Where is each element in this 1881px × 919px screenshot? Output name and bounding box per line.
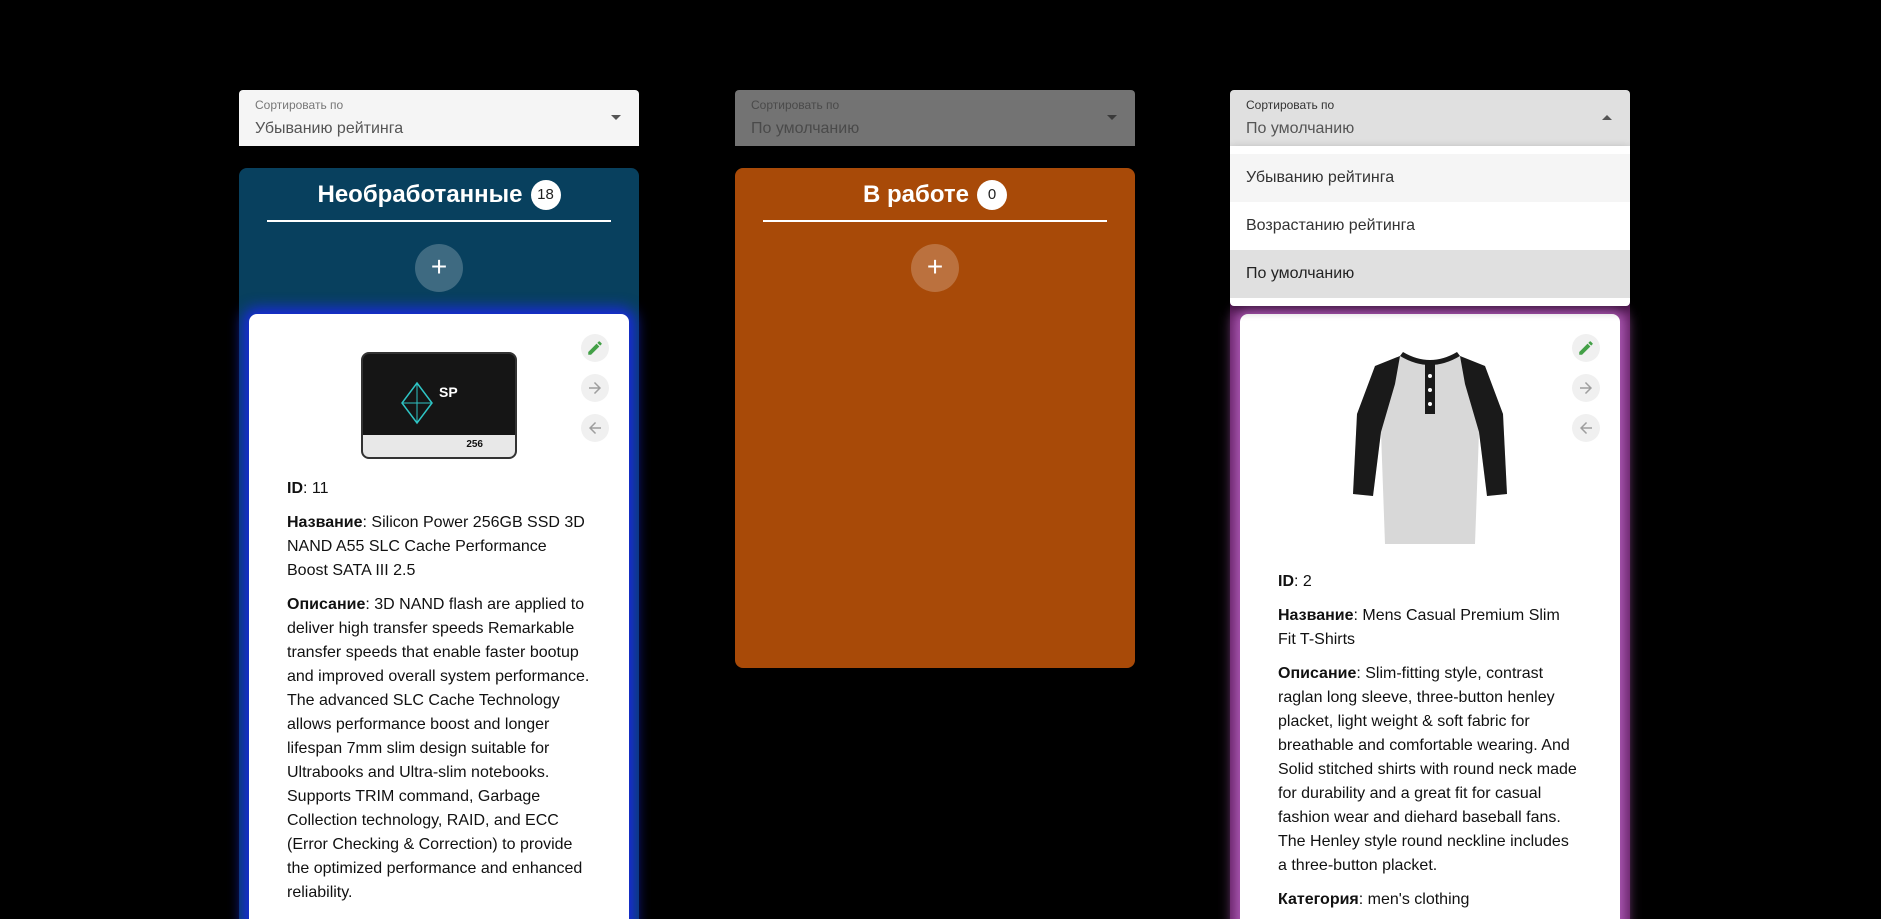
sort-select-label: Сортировать по [1246, 98, 1335, 112]
count-badge: 18 [530, 180, 561, 210]
card-name: Название: Mens Casual Premium Slim Fit T… [1278, 607, 1560, 648]
name-label: Название [287, 514, 363, 531]
move-right-button[interactable] [1572, 374, 1600, 402]
sort-select-value: По умолчанию [751, 120, 860, 137]
move-left-button[interactable] [581, 414, 609, 442]
move-left-button[interactable] [1572, 414, 1600, 442]
card-description: Описание: 3D NAND flash are applied to d… [287, 596, 590, 901]
id-label: ID [287, 480, 303, 497]
arrow-right-icon [1580, 382, 1592, 394]
card-description: Описание: Slim-fitting style, contrast r… [1278, 665, 1577, 874]
product-card[interactable]: SP 256 ID: 11 Название: Silicon Power 25… [249, 314, 629, 919]
name-label: Название [1278, 607, 1354, 624]
product-image-shirt [1345, 344, 1515, 554]
product-card[interactable]: ID: 2 Название: Mens Casual Premium Slim… [1240, 314, 1620, 919]
category-value: men's clothing [1367, 891, 1470, 908]
column-in-progress: В работе 0 + [735, 168, 1135, 668]
arrow-right-icon [589, 382, 601, 394]
sort-dropdown-menu: Убыванию рейтинга Возрастанию рейтинга П… [1230, 146, 1630, 306]
sort-option-asc-rating[interactable]: Возрастанию рейтинга [1230, 202, 1630, 250]
card-name: Название: Silicon Power 256GB SSD 3D NAN… [287, 514, 585, 579]
sort-option-default[interactable]: По умолчанию [1230, 250, 1630, 298]
column-title: Необработанные [317, 181, 523, 208]
column-header: В работе 0 [763, 180, 1107, 222]
description-value: 3D NAND flash are applied to deliver hig… [287, 596, 590, 901]
arrow-left-icon [589, 422, 601, 434]
sort-select-column-1[interactable]: Сортировать по Убыванию рейтинга [239, 90, 639, 146]
ssd-label-strip: 256 [363, 435, 515, 457]
add-card-button[interactable]: + [911, 244, 959, 292]
arrow-left-icon [1580, 422, 1592, 434]
edit-button[interactable] [1572, 334, 1600, 362]
id-label: ID [1278, 573, 1294, 590]
sort-select-value: По умолчанию [1246, 120, 1355, 137]
caret-up-icon [1602, 115, 1612, 120]
card-category: Категория: men's clothing [1278, 891, 1470, 908]
card-actions [1572, 334, 1600, 454]
pencil-icon [588, 341, 602, 355]
sort-option-desc-rating[interactable]: Убыванию рейтинга [1230, 154, 1630, 202]
caret-down-icon [1107, 115, 1117, 120]
description-label: Описание [287, 596, 366, 613]
id-value: 11 [311, 480, 329, 497]
sort-select-column-2[interactable]: Сортировать по По умолчанию [735, 90, 1135, 146]
add-card-button[interactable]: + [415, 244, 463, 292]
card-id: ID: 2 [1278, 573, 1312, 590]
pencil-icon [1579, 341, 1593, 355]
category-label: Категория [1278, 891, 1359, 908]
kanban-board: Сортировать по Убыванию рейтинга Сортиро… [0, 0, 1881, 919]
description-value: Slim-fitting style, contrast raglan long… [1278, 665, 1577, 874]
shirt-icon [1353, 352, 1507, 544]
sort-select-label: Сортировать по [751, 98, 840, 112]
card-actions [581, 334, 609, 454]
column-header: Необработанные 18 [267, 180, 611, 222]
sort-select-column-3[interactable]: Сортировать по По умолчанию [1230, 90, 1630, 146]
sort-select-value: Убыванию рейтинга [255, 120, 404, 137]
edit-button[interactable] [581, 334, 609, 362]
product-image-ssd: SP 256 [361, 352, 517, 459]
id-value: 2 [1302, 573, 1312, 590]
ssd-logo: SP [439, 384, 458, 400]
column-title: В работе [863, 181, 969, 208]
caret-down-icon [611, 115, 621, 120]
card-id: ID: 11 [287, 480, 329, 497]
description-label: Описание [1278, 665, 1357, 682]
sort-select-label: Сортировать по [255, 98, 344, 112]
ssd-capacity: 256 [466, 439, 483, 450]
ssd-pattern-icon [401, 381, 433, 425]
move-right-button[interactable] [581, 374, 609, 402]
count-badge: 0 [977, 180, 1007, 210]
